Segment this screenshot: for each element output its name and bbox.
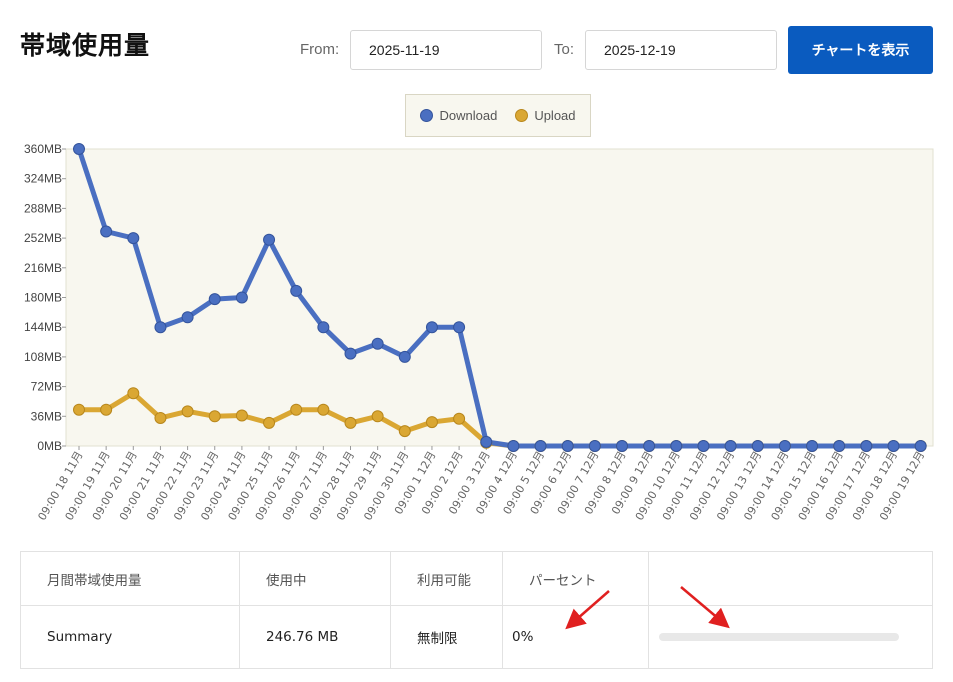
data-point-download bbox=[127, 232, 140, 245]
summary-table: 月間帯域使用量 使用中 利用可能 パーセント Summary 246.76 MB… bbox=[20, 551, 933, 669]
data-point-upload bbox=[127, 387, 140, 400]
data-point-upload bbox=[344, 416, 357, 429]
data-point-download bbox=[263, 233, 276, 246]
chart-legend: Download Upload bbox=[405, 94, 591, 137]
data-point-download bbox=[806, 440, 819, 452]
y-tick-label: 324MB bbox=[24, 172, 62, 186]
header-used: 使用中 bbox=[239, 551, 391, 606]
from-date-input[interactable] bbox=[350, 30, 542, 70]
legend-item-upload[interactable]: Upload bbox=[515, 108, 576, 123]
legend-upload-label: Upload bbox=[534, 108, 576, 123]
upload-swatch-icon bbox=[515, 109, 529, 122]
y-tick-label: 36MB bbox=[31, 409, 62, 423]
data-point-download bbox=[887, 440, 900, 452]
data-point-upload bbox=[371, 410, 384, 423]
data-point-download bbox=[154, 321, 167, 334]
y-tick-label: 144MB bbox=[24, 320, 62, 334]
show-chart-button[interactable]: チャートを表示 bbox=[788, 26, 933, 74]
summary-progress-cell bbox=[648, 605, 933, 669]
data-point-download bbox=[833, 440, 846, 452]
summary-percent-cell: 0% bbox=[502, 605, 649, 669]
data-point-upload bbox=[317, 403, 330, 416]
summary-used-cell: 246.76 MB bbox=[239, 605, 391, 669]
summary-available-cell: 無制限 bbox=[390, 605, 503, 669]
y-tick-label: 216MB bbox=[24, 261, 62, 275]
data-point-download bbox=[751, 440, 764, 452]
data-point-upload bbox=[208, 410, 221, 423]
page-title: 帯域使用量 bbox=[20, 31, 151, 60]
to-date-input[interactable] bbox=[585, 30, 777, 70]
data-point-download bbox=[100, 225, 113, 238]
data-point-download bbox=[561, 440, 574, 452]
data-point-upload bbox=[263, 416, 276, 429]
legend-download-label: Download bbox=[439, 108, 498, 123]
data-point-upload bbox=[154, 411, 167, 424]
usage-progress-bar bbox=[659, 633, 899, 641]
data-point-download bbox=[643, 440, 656, 452]
y-tick-label: 0MB bbox=[37, 439, 62, 453]
header-monthly: 月間帯域使用量 bbox=[20, 551, 240, 606]
summary-header-row: 月間帯域使用量 使用中 利用可能 パーセント bbox=[20, 551, 933, 606]
data-point-upload bbox=[290, 403, 303, 416]
from-label: From: bbox=[300, 41, 340, 58]
data-point-download bbox=[453, 321, 466, 334]
header-available: 利用可能 bbox=[390, 551, 503, 606]
data-point-download bbox=[670, 440, 683, 452]
summary-name-cell: Summary bbox=[20, 605, 240, 669]
data-point-upload bbox=[73, 403, 85, 416]
plot-area bbox=[65, 148, 934, 447]
data-point-download bbox=[290, 284, 303, 297]
table-row: Summary 246.76 MB 無制限 0% bbox=[20, 605, 933, 669]
data-point-download bbox=[344, 347, 357, 360]
y-tick-label: 72MB bbox=[31, 380, 62, 394]
data-point-upload bbox=[425, 416, 438, 429]
legend-item-download[interactable]: Download bbox=[420, 108, 497, 123]
data-point-download bbox=[534, 440, 547, 452]
data-point-download bbox=[480, 435, 493, 448]
data-point-download bbox=[425, 321, 438, 334]
data-point-download bbox=[208, 293, 221, 306]
y-tick-label: 108MB bbox=[24, 350, 62, 364]
data-point-download bbox=[507, 440, 520, 452]
data-point-download bbox=[860, 440, 873, 452]
to-label: To: bbox=[554, 41, 575, 58]
data-point-upload bbox=[235, 409, 248, 422]
data-point-download bbox=[616, 440, 628, 452]
bandwidth-chart: 0MB 36MB 72MB 108MB 144MB 180MB 216MB 252MB 288M… bbox=[24, 142, 934, 523]
data-point-upload bbox=[181, 405, 194, 418]
y-tick-label: 252MB bbox=[24, 231, 62, 245]
data-point-download bbox=[914, 440, 927, 452]
data-point-download bbox=[73, 143, 85, 155]
data-point-upload bbox=[453, 412, 466, 425]
data-point-download bbox=[181, 311, 194, 324]
data-point-upload bbox=[398, 425, 411, 438]
download-swatch-icon bbox=[420, 109, 434, 122]
data-point-download bbox=[371, 337, 384, 350]
y-tick-label: 288MB bbox=[24, 201, 62, 215]
header-progress bbox=[648, 551, 933, 606]
y-tick-label: 360MB bbox=[24, 142, 62, 156]
data-point-download bbox=[697, 440, 710, 452]
data-point-download bbox=[235, 291, 248, 304]
data-point-download bbox=[588, 440, 601, 452]
data-point-download bbox=[778, 440, 791, 452]
data-point-download bbox=[317, 321, 330, 334]
data-point-download bbox=[724, 440, 737, 452]
y-tick-label: 180MB bbox=[24, 291, 62, 305]
data-point-upload bbox=[100, 403, 113, 416]
header-percent: パーセント bbox=[502, 551, 649, 606]
data-point-download bbox=[398, 350, 411, 363]
